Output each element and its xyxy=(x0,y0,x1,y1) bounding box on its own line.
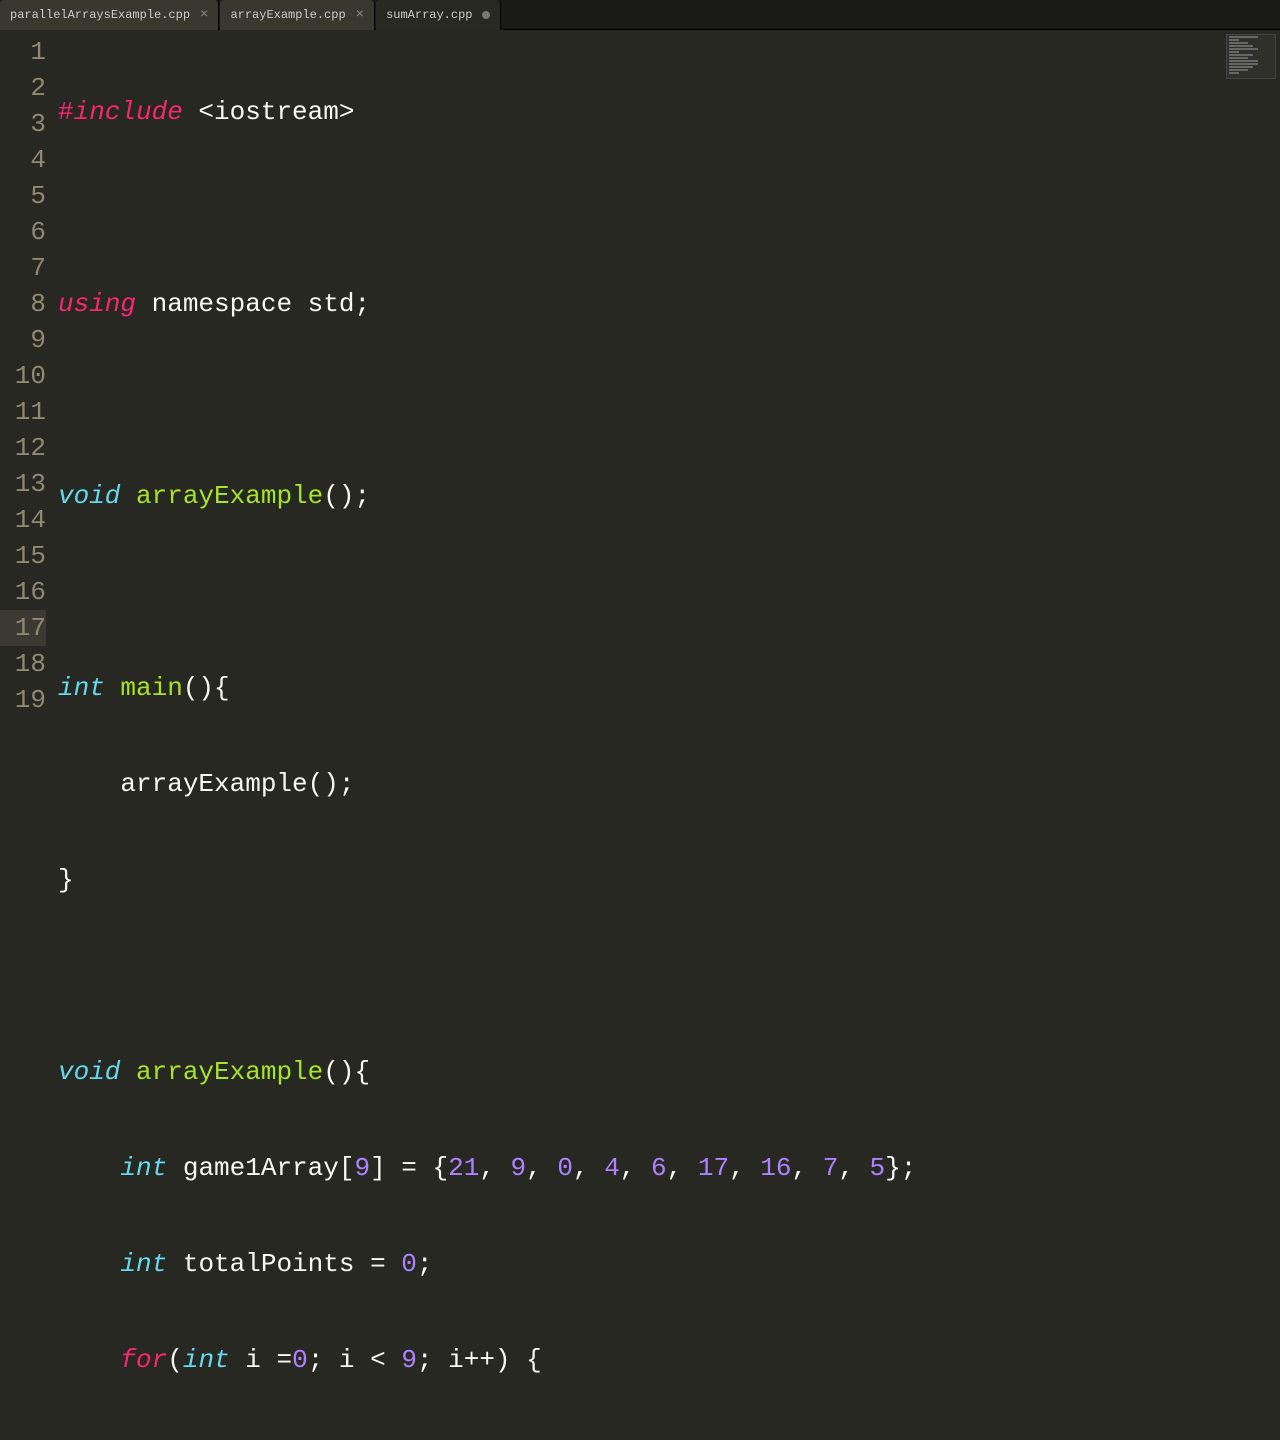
line-number: 15 xyxy=(0,538,46,574)
close-icon[interactable]: × xyxy=(356,7,364,23)
line-number: 1 xyxy=(0,34,46,70)
line-number: 4 xyxy=(0,142,46,178)
code-line: int game1Array[9] = {21, 9, 0, 4, 6, 17,… xyxy=(58,1150,1280,1186)
code-line: int totalPoints = 0; xyxy=(58,1246,1280,1282)
code-line: totalPoints = totalPoints + game1Array[i… xyxy=(58,1438,1280,1440)
modified-dot-icon xyxy=(482,11,490,19)
code-line: #include <iostream> xyxy=(58,94,1280,130)
line-number: 19 xyxy=(0,682,46,718)
tab-bar: parallelArraysExample.cpp × arrayExample… xyxy=(0,0,1280,30)
line-number: 6 xyxy=(0,214,46,250)
tab-parallel[interactable]: parallelArraysExample.cpp × xyxy=(0,0,219,30)
code-line: int main(){ xyxy=(58,670,1280,706)
code-line: void arrayExample(){ xyxy=(58,1054,1280,1090)
line-number: 2 xyxy=(0,70,46,106)
code-line: void arrayExample(); xyxy=(58,478,1280,514)
line-number: 13 xyxy=(0,466,46,502)
code-line: for(int i =0; i < 9; i++) { xyxy=(58,1342,1280,1378)
line-number: 7 xyxy=(0,250,46,286)
code-area[interactable]: #include <iostream> using namespace std;… xyxy=(58,30,1280,720)
code-line: using namespace std; xyxy=(58,286,1280,322)
line-number: 17 xyxy=(0,610,46,646)
code-line: arrayExample(); xyxy=(58,766,1280,802)
code-line xyxy=(58,382,1280,418)
line-number: 16 xyxy=(0,574,46,610)
line-gutter: 12345678910111213141516171819 xyxy=(0,30,58,720)
code-line: } xyxy=(58,862,1280,898)
line-number: 10 xyxy=(0,358,46,394)
code-line xyxy=(58,574,1280,610)
editor[interactable]: 12345678910111213141516171819 #include <… xyxy=(0,30,1280,720)
minimap[interactable] xyxy=(1226,34,1276,79)
tab-label: sumArray.cpp xyxy=(386,8,472,22)
line-number: 9 xyxy=(0,322,46,358)
tab-sumarray[interactable]: sumArray.cpp xyxy=(376,0,501,30)
line-number: 8 xyxy=(0,286,46,322)
line-number: 3 xyxy=(0,106,46,142)
close-icon[interactable]: × xyxy=(200,7,208,23)
line-number: 14 xyxy=(0,502,46,538)
line-number: 12 xyxy=(0,430,46,466)
line-number: 18 xyxy=(0,646,46,682)
line-number: 11 xyxy=(0,394,46,430)
code-line xyxy=(58,190,1280,226)
code-line xyxy=(58,958,1280,994)
tab-label: parallelArraysExample.cpp xyxy=(10,8,190,22)
tab-arrayexample[interactable]: arrayExample.cpp × xyxy=(220,0,375,30)
tab-label: arrayExample.cpp xyxy=(230,8,345,22)
line-number: 5 xyxy=(0,178,46,214)
